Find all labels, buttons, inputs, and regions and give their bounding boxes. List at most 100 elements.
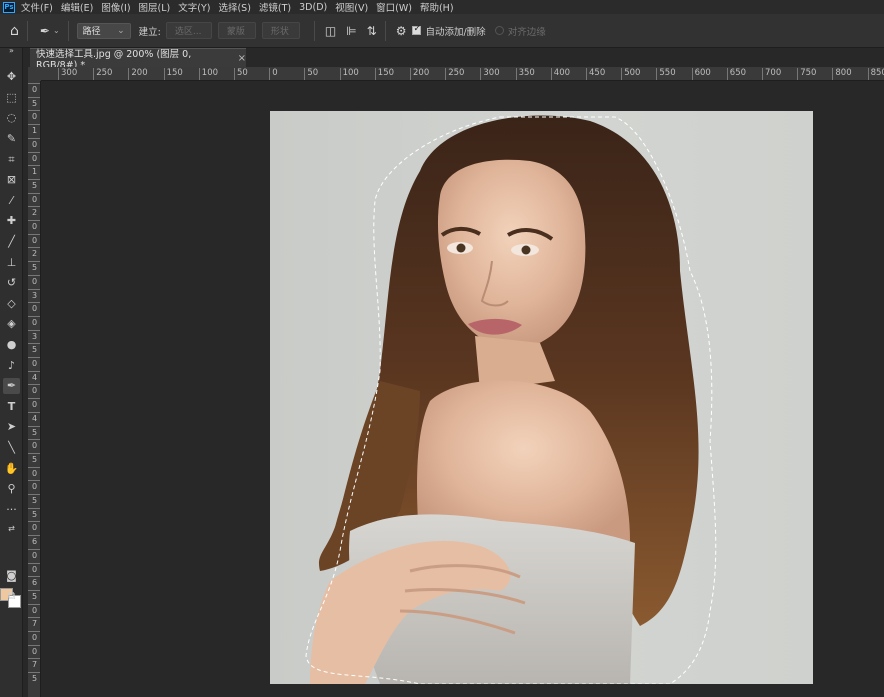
make-label: 建立: xyxy=(138,26,161,38)
ruler-tick-label: 500 xyxy=(621,68,641,80)
paint-bucket-tool-icon[interactable]: ◈ xyxy=(3,316,20,332)
canvas-area[interactable] xyxy=(41,82,884,697)
ruler-tick-label: 5 xyxy=(28,343,40,355)
healing-brush-tool-icon[interactable]: ✚ xyxy=(3,213,20,229)
right-pupil xyxy=(521,245,531,255)
screen-mode-icon[interactable]: ⧉ xyxy=(3,588,20,604)
path-alignment-icon[interactable]: ⊫ xyxy=(346,24,356,38)
brush-tool-icon[interactable]: ╱ xyxy=(3,234,20,250)
menu-help[interactable]: 帮助(H) xyxy=(420,0,454,14)
ruler-tick-label: 7 xyxy=(28,658,40,670)
ruler-tick-label: 6 xyxy=(28,576,40,588)
ruler-corner xyxy=(28,67,41,81)
gear-icon[interactable]: ⚙ xyxy=(396,24,407,38)
eyedropper-tool-icon[interactable]: ⁄ xyxy=(3,193,20,209)
ruler-tick-label: 0 xyxy=(28,548,40,560)
hand-tool-icon[interactable]: ✋ xyxy=(3,461,20,477)
portrait-photo xyxy=(305,115,717,684)
clone-stamp-tool-icon[interactable]: ⊥ xyxy=(3,255,20,271)
quick-mask-icon[interactable]: ◙ xyxy=(3,568,20,584)
document-tab[interactable]: 快速选择工具.jpg @ 200% (图层 0, RGB/8#) * × xyxy=(30,48,246,71)
path-arrangement-icon[interactable]: ⇅ xyxy=(367,24,377,38)
swap-colors-icon[interactable]: ⇄ xyxy=(3,521,20,537)
path-selection-tool-icon[interactable]: ➤ xyxy=(3,419,20,435)
chevron-down-icon: ⌄ xyxy=(117,25,125,36)
ruler-tick-label: 0 xyxy=(28,644,40,656)
vertical-ruler[interactable]: 0501001502002503003504004505005506006507… xyxy=(28,81,41,697)
home-icon[interactable]: ⌂ xyxy=(10,23,19,39)
quick-selection-tool-icon[interactable]: ✎ xyxy=(3,131,20,147)
ruler-tick-label: 5 xyxy=(28,589,40,601)
menu-type[interactable]: 文字(Y) xyxy=(178,0,210,14)
ruler-tick-label: 5 xyxy=(28,507,40,519)
zoom-tool-icon[interactable]: ⚲ xyxy=(3,481,20,497)
align-edges-label: 对齐边缘 xyxy=(507,26,546,38)
menu-layer[interactable]: 图层(L) xyxy=(139,0,171,14)
menu-image[interactable]: 图像(I) xyxy=(101,0,130,14)
make-shape-button[interactable]: 形状 xyxy=(261,22,300,39)
ruler-tick-label: 2 xyxy=(28,247,40,259)
lasso-tool-icon[interactable]: ◌ xyxy=(3,110,20,126)
expand-panel-icon[interactable]: » xyxy=(3,47,20,55)
ruler-tick-label: 3 xyxy=(28,288,40,300)
make-mask-button[interactable]: 蒙版 xyxy=(217,22,256,39)
menu-filter[interactable]: 滤镜(T) xyxy=(259,0,291,14)
blur-tool-icon[interactable]: ● xyxy=(3,337,20,353)
ruler-tick-label: 0 xyxy=(28,521,40,533)
ruler-tick-label: 0 xyxy=(28,603,40,615)
ruler-tick-label: 0 xyxy=(28,480,40,492)
close-icon[interactable]: × xyxy=(238,53,246,64)
ruler-tick-label: 5 xyxy=(28,261,40,273)
ruler-tick-label: 150 xyxy=(374,68,395,80)
document-image[interactable] xyxy=(270,111,813,684)
eraser-tool-icon[interactable]: ◇ xyxy=(3,296,20,312)
menu-select[interactable]: 选择(S) xyxy=(218,0,250,14)
ruler-tick-label: 4 xyxy=(28,370,40,382)
make-selection-button[interactable]: 选区... xyxy=(165,22,212,39)
align-edges-checkbox[interactable] xyxy=(494,26,504,35)
menu-3d[interactable]: 3D(D) xyxy=(299,2,327,13)
photoshop-logo-icon: Ps xyxy=(3,1,15,13)
ruler-tick-label: 250 xyxy=(445,68,465,80)
menu-window[interactable]: 窗口(W) xyxy=(376,0,412,14)
path-operations-icon[interactable]: ◫ xyxy=(325,24,336,38)
tools-panel: » ✥ ⬚ ◌ ✎ ⌗ ⊠ ⁄ ✚ ╱ ⊥ ↺ ◇ ◈ ● ♪ ✒ T ➤ ╲ … xyxy=(0,47,23,697)
chevron-down-icon[interactable]: ⌄ xyxy=(53,26,60,35)
mode-dropdown[interactable]: 路径 ⌄ xyxy=(76,22,131,39)
ruler-tick-label: 4 xyxy=(28,411,40,423)
move-tool-icon[interactable]: ✥ xyxy=(3,69,20,85)
pen-tool-icon[interactable]: ✒ xyxy=(3,378,20,394)
type-tool-icon[interactable]: T xyxy=(3,399,20,415)
menu-file[interactable]: 文件(F) xyxy=(21,0,53,14)
ruler-tick-label: 300 xyxy=(480,68,500,80)
ruler-tick-label: 0 xyxy=(28,631,40,642)
ruler-tick-label: 0 xyxy=(28,439,40,451)
history-brush-tool-icon[interactable]: ↺ xyxy=(3,275,20,291)
ruler-tick-label: 5 xyxy=(28,178,40,190)
crop-tool-icon[interactable]: ⌗ xyxy=(3,152,20,168)
menu-edit[interactable]: 编辑(E) xyxy=(61,0,93,14)
ruler-tick-label: 50 xyxy=(234,68,248,80)
options-bar: ⌂ ✒ ⌄ 路径 ⌄ 建立: 选区... 蒙版 形状 ◫ ⊫ ⇅ ⚙ 自动添加/… xyxy=(0,14,884,48)
ruler-tick-label: 5 xyxy=(28,425,40,437)
line-tool-icon[interactable]: ╲ xyxy=(3,440,20,456)
left-pupil xyxy=(456,243,466,253)
ruler-tick-label: 0 xyxy=(28,315,40,327)
frame-tool-icon[interactable]: ⊠ xyxy=(3,172,20,188)
pen-tool-icon[interactable]: ✒ xyxy=(40,24,50,38)
dodge-tool-icon[interactable]: ♪ xyxy=(3,358,20,374)
ruler-tick-label: 1 xyxy=(28,165,40,177)
divider xyxy=(313,20,315,41)
divider xyxy=(67,20,69,41)
ruler-tick-label: 0 xyxy=(28,137,40,149)
ruler-tick-label: 600 xyxy=(691,68,711,80)
ruler-tick-label: 100 xyxy=(198,68,219,80)
horizontal-ruler[interactable]: 300 250 200 150 100 50 0 50 100 150 200 250 300 350 40… xyxy=(41,67,884,81)
ruler-tick-label: 300 xyxy=(57,68,78,80)
auto-add-delete-checkbox[interactable] xyxy=(412,24,422,35)
more-tools-icon[interactable]: ··· xyxy=(3,502,20,518)
menu-bar: Ps 文件(F) 编辑(E) 图像(I) 图层(L) 文字(Y) 选择(S) 滤… xyxy=(0,0,884,14)
mode-dropdown-value: 路径 xyxy=(82,27,101,37)
marquee-tool-icon[interactable]: ⬚ xyxy=(3,90,20,106)
menu-view[interactable]: 视图(V) xyxy=(335,0,368,14)
